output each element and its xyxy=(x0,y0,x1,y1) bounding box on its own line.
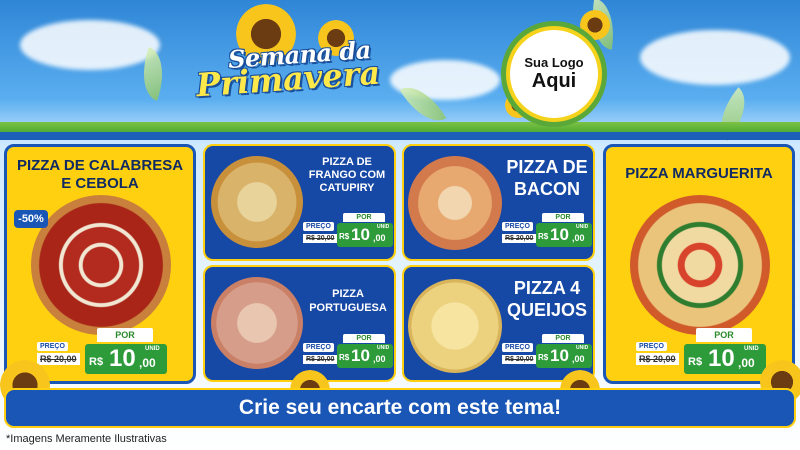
cloud xyxy=(640,30,790,85)
price-box: PREÇO R$ 20,00 POR R$ 10 ,00 UNID xyxy=(303,334,395,371)
unit-label: UNID xyxy=(576,224,589,230)
product-title: PIZZA DE BACON xyxy=(500,156,594,200)
logo-placeholder: Sua Logo Aqui xyxy=(506,26,602,122)
currency: R$ xyxy=(339,353,350,362)
price-label: PREÇO xyxy=(37,342,68,351)
price-box: PREÇO R$ 20,00 POR R$ 10 ,00 UNID xyxy=(502,334,594,371)
old-price: R$ 20,00 xyxy=(502,355,537,364)
product-card-frango: PIZZA DE FRANGO COM CATUPIRY PREÇO R$ 20… xyxy=(203,144,396,261)
product-title-line3: CATUPIRY xyxy=(319,182,375,194)
product-card-calabresa: PIZZA DE CALABRESA E CEBOLA PREÇO R$ 20,… xyxy=(4,144,196,384)
product-card-portuguesa: PIZZA PORTUGUESA PREÇO R$ 20,00 POR R$ 1… xyxy=(203,265,396,382)
discount-badge: -50% xyxy=(14,210,48,228)
new-price: R$ 10 ,00 UNID xyxy=(536,344,592,368)
new-price: R$ 10 ,00 UNID xyxy=(684,344,766,374)
product-title: PIZZA MARGUERITA xyxy=(606,165,792,183)
product-title: PIZZA PORTUGUESA xyxy=(301,287,395,315)
product-card-bacon: PIZZA DE BACON PREÇO R$ 20,00 POR R$ 10 … xyxy=(402,144,595,261)
product-title-line2: FRANGO COM xyxy=(308,169,386,181)
product-title-line1: PIZZA DE xyxy=(322,156,372,168)
price-integer: 10 xyxy=(550,346,569,365)
old-price: R$ 20,00 xyxy=(303,355,338,364)
por-label: POR xyxy=(542,213,584,222)
product-title: PIZZA DE CALABRESA E CEBOLA xyxy=(7,157,193,193)
price-integer: 10 xyxy=(109,345,136,372)
old-price: R$ 20,00 xyxy=(636,353,679,365)
blue-stripe xyxy=(0,132,800,140)
product-title-line2: QUEIJOS xyxy=(506,300,588,320)
promo-banner: Crie seu encarte com este tema! xyxy=(4,388,796,428)
logo-text-line2: Aqui xyxy=(531,70,577,93)
price-integer: 10 xyxy=(550,225,569,244)
product-title-line1: PIZZA 4 xyxy=(513,278,581,298)
price-label: PREÇO xyxy=(502,222,533,231)
pizza-image-frango xyxy=(211,156,303,248)
price-decimal: ,00 xyxy=(373,233,386,243)
product-title-line1: PIZZA MARGUERITA xyxy=(625,165,773,182)
currency: R$ xyxy=(339,232,350,241)
unit-label: UNID xyxy=(377,345,390,351)
product-card-marguerita: PIZZA MARGUERITA PREÇO R$ 20,00 POR R$ 1… xyxy=(603,144,795,384)
new-price: R$ 10 ,00 UNID xyxy=(337,344,393,368)
price-label: PREÇO xyxy=(303,222,334,231)
price-label: PREÇO xyxy=(303,343,334,352)
currency: R$ xyxy=(688,356,703,368)
price-integer: 10 xyxy=(708,345,735,372)
new-price: R$ 10 ,00 UNID xyxy=(337,223,393,247)
product-title-line2: PORTUGUESA xyxy=(309,302,387,314)
price-decimal: ,00 xyxy=(139,356,156,370)
old-price: R$ 20,00 xyxy=(37,353,80,365)
price-integer: 10 xyxy=(351,225,370,244)
product-title: PIZZA DE FRANGO COM CATUPIRY xyxy=(301,156,393,195)
pizza-image-marguerita xyxy=(630,195,770,335)
price-box: PREÇO R$ 20,00 POR R$ 10 ,00 UNID xyxy=(303,213,395,250)
new-price: R$ 10 ,00 UNID xyxy=(85,344,167,374)
pizza-image-bacon xyxy=(408,156,502,250)
header-title-line2: Primavera xyxy=(194,53,382,105)
cloud xyxy=(20,20,160,70)
old-price: R$ 20,00 xyxy=(303,234,338,243)
por-label: POR xyxy=(542,334,584,343)
por-label: POR xyxy=(696,328,752,342)
price-decimal: ,00 xyxy=(738,356,755,370)
price-integer: 10 xyxy=(351,346,370,365)
por-label: POR xyxy=(343,213,385,222)
footnote: *Imagens Meramente Ilustrativas xyxy=(6,433,167,445)
promo-banner-text: Crie seu encarte com este tema! xyxy=(238,396,562,419)
unit-label: UNID xyxy=(576,345,589,351)
product-title-line2: E CEBOLA xyxy=(61,175,139,192)
pizza-image-portuguesa xyxy=(211,277,303,369)
product-title-line1: PIZZA DE xyxy=(506,157,588,177)
price-label: PREÇO xyxy=(502,343,533,352)
price-box: PREÇO R$ 20,00 POR R$ 10 ,00 UNID xyxy=(37,328,187,376)
new-price: R$ 10 ,00 UNID xyxy=(536,223,592,247)
price-label: PREÇO xyxy=(636,342,667,351)
price-box: PREÇO R$ 20,00 POR R$ 10 ,00 UNID xyxy=(502,213,594,250)
currency: R$ xyxy=(89,356,104,368)
sunflower-icon xyxy=(580,10,610,40)
price-decimal: ,00 xyxy=(373,354,386,364)
unit-label: UNID xyxy=(744,346,759,352)
logo-text-line1: Sua Logo xyxy=(524,54,584,70)
unit-label: UNID xyxy=(145,346,160,352)
old-price: R$ 20,00 xyxy=(502,234,537,243)
price-decimal: ,00 xyxy=(572,354,585,364)
product-title-line1: PIZZA xyxy=(332,288,364,300)
pizza-image-calabresa xyxy=(31,195,171,335)
product-title-line1: PIZZA DE CALABRESA xyxy=(16,157,184,174)
unit-label: UNID xyxy=(377,224,390,230)
product-title: PIZZA 4 QUEIJOS xyxy=(500,277,594,321)
por-label: POR xyxy=(343,334,385,343)
currency: R$ xyxy=(538,353,549,362)
price-decimal: ,00 xyxy=(572,233,585,243)
product-card-queijos: PIZZA 4 QUEIJOS PREÇO R$ 20,00 POR R$ 10… xyxy=(402,265,595,382)
currency: R$ xyxy=(538,232,549,241)
por-label: POR xyxy=(97,328,153,342)
pizza-image-queijos xyxy=(408,279,502,373)
product-title-line2: BACON xyxy=(514,179,580,199)
